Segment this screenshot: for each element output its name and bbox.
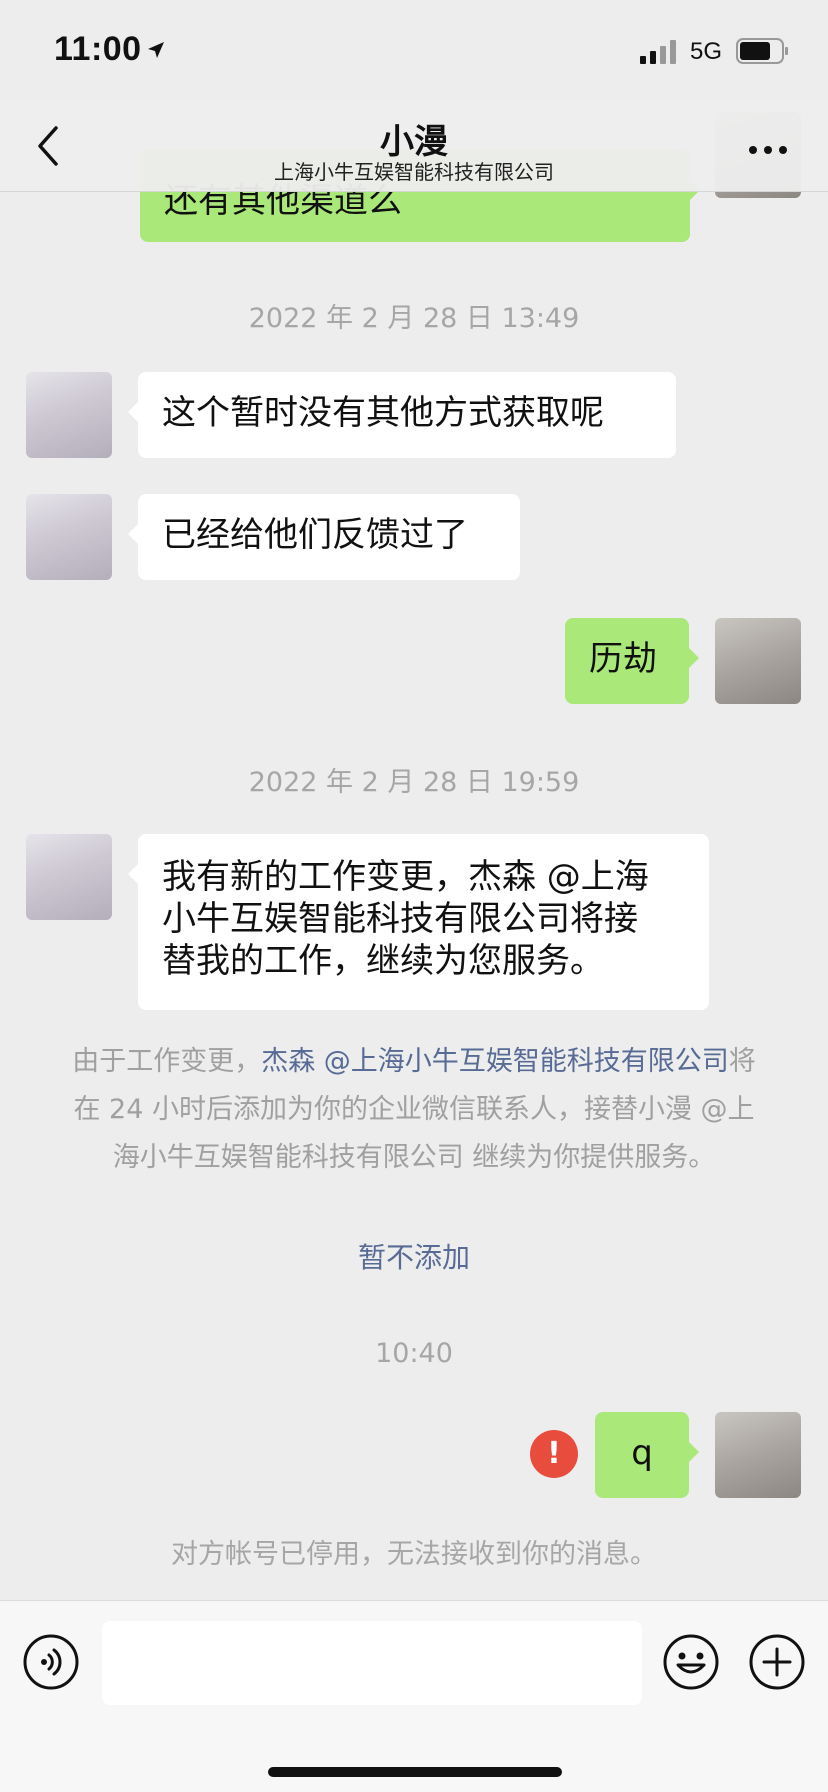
message-text: 这个暂时没有其他方式获取呢 [162, 393, 604, 433]
message-text-line: 小牛互娱智能科技有限公司将接 [162, 899, 638, 939]
emoji-icon[interactable] [662, 1633, 720, 1695]
message-text-line: 我有新的工作变更，杰森 @上海 [162, 857, 649, 897]
notice-prefix: 由于工作变更， [72, 1046, 262, 1077]
battery-icon [736, 38, 790, 68]
message-bubble-received[interactable]: 我有新的工作变更，杰森 @上海 小牛互娱智能科技有限公司将接 替我的工作，继续为… [128, 834, 709, 1010]
contact-avatar[interactable] [26, 834, 112, 920]
timestamp: 10:40 [375, 1338, 453, 1369]
my-avatar[interactable] [715, 1412, 801, 1498]
cellular-signal-icon [640, 40, 678, 68]
timestamp: 2022 年 2 月 28 日 19:59 [248, 767, 580, 798]
status-bar: 11:00 5G [0, 0, 828, 100]
location-arrow-icon [146, 40, 166, 64]
account-disabled-notice: 对方帐号已停用，无法接收到你的消息。 [171, 1539, 657, 1570]
plus-icon[interactable] [748, 1633, 806, 1695]
more-options-icon[interactable] [748, 140, 788, 159]
message-text: q [631, 1433, 653, 1473]
my-avatar[interactable] [715, 618, 801, 704]
message-bubble-received[interactable]: 这个暂时没有其他方式获取呢 [128, 372, 676, 458]
chat-subtitle: 上海小牛互娱智能科技有限公司 [274, 160, 554, 184]
voice-input-icon[interactable] [22, 1633, 80, 1695]
system-notice: 由于工作变更，杰森 @上海小牛互娱智能科技有限公司将在 24 小时后添加为你的企… [64, 1038, 764, 1182]
message-text: 已经给他们反馈过了 [162, 515, 468, 555]
chat-header: 小漫 上海小牛互娱智能科技有限公司 [0, 100, 828, 192]
input-bar [0, 1600, 828, 1792]
message-bubble-received[interactable]: 已经给他们反馈过了 [128, 494, 520, 580]
send-failed-icon[interactable]: ! [530, 1430, 578, 1478]
chat-area: 还有其他渠道么 2022 年 2 月 28 日 13:49 这个暂时没有其他方式… [0, 0, 828, 1600]
timestamp: 2022 年 2 月 28 日 13:49 [248, 303, 580, 334]
message-input[interactable] [102, 1621, 642, 1705]
decline-add-link[interactable]: 暂不添加 [0, 1236, 828, 1276]
message-text: 历劫 [589, 639, 657, 679]
message-text-line: 替我的工作，继续为您服务。 [162, 941, 604, 981]
status-time: 11:00 [54, 30, 142, 68]
message-bubble-sent[interactable]: 历劫 [565, 618, 699, 704]
notice-contact-link[interactable]: 杰森 @上海小牛互娱智能科技有限公司 [261, 1046, 729, 1077]
network-type: 5G [690, 38, 723, 65]
home-indicator [268, 1767, 562, 1777]
contact-avatar[interactable] [26, 372, 112, 458]
contact-avatar[interactable] [26, 494, 112, 580]
message-bubble-sent[interactable]: q [595, 1412, 699, 1498]
